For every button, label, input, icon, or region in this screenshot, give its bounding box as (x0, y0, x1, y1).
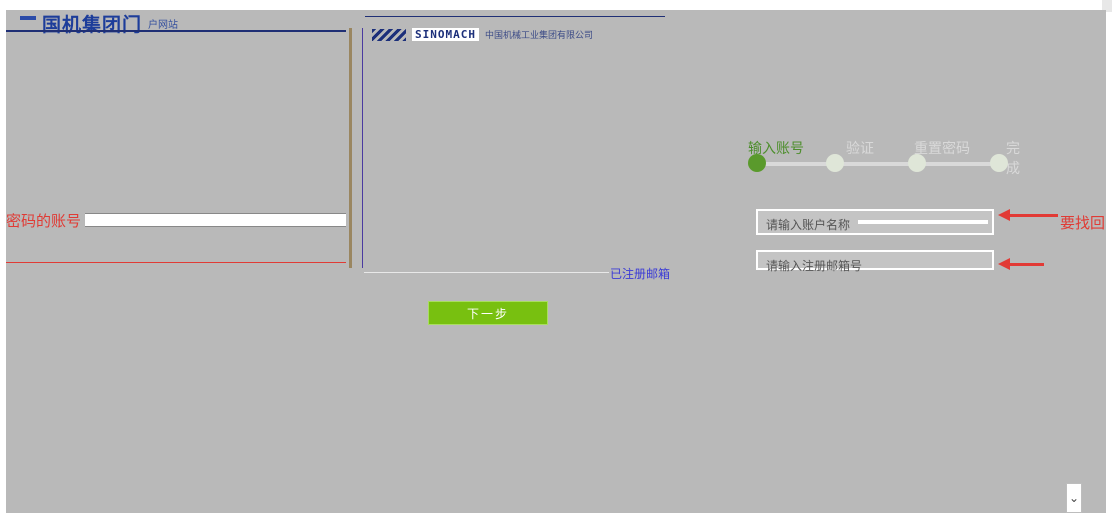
dropdown-toggle[interactable]: ⌄ (1066, 483, 1082, 513)
logo-mark-icon (20, 16, 36, 30)
under-line (364, 272, 609, 273)
account-input-fill (858, 220, 988, 224)
account-input[interactable]: 请输入账户名称 (756, 209, 994, 235)
left-annotation: 密码的账号 (6, 211, 346, 230)
chevron-down-icon: ⌄ (1068, 491, 1080, 505)
step-label-verify: 验证 (846, 141, 874, 157)
brand-name: SINOMACH (412, 28, 479, 41)
arrow-to-account-icon (998, 209, 1058, 221)
step-dot-account (748, 154, 766, 172)
left-annotation-bar (85, 213, 346, 227)
next-step-button[interactable]: 下一步 (428, 301, 548, 325)
brand-stripes-icon (372, 28, 406, 41)
column-divider (349, 28, 352, 268)
account-input-placeholder: 请输入账户名称 (766, 218, 851, 232)
step-dot-verify (826, 154, 844, 172)
step-label-done: 完成 (1006, 141, 1020, 177)
header-divider-left (6, 30, 346, 32)
left-annotation-text: 密码的账号 (6, 211, 82, 230)
step-dot-reset (908, 154, 926, 172)
left-annotation-line (6, 262, 346, 269)
under-text: 已注册邮箱 (610, 267, 671, 281)
step-dot-done (990, 154, 1008, 172)
header-divider-right (365, 16, 665, 17)
site-logo[interactable]: 国机集团门 户网站 (20, 10, 178, 36)
column-divider-blue (362, 28, 363, 268)
brand-tagline: 中国机械工业集团有限公司 (484, 31, 593, 41)
logo-slogan: 户网站 (148, 19, 179, 31)
arrow-to-email-icon (998, 258, 1044, 270)
progress-steps: 输入账号 验证 重置密码 完成 (748, 138, 1020, 178)
email-input-placeholder: 请输入注册邮箱号 (766, 259, 863, 273)
steps-track (756, 162, 1000, 166)
logo-text: 国机集团门 (42, 13, 143, 36)
email-input[interactable]: 请输入注册邮箱号 (756, 250, 994, 273)
right-annotation-text: 要找回 (1060, 214, 1106, 232)
brand-sinomach: SINOMACH 中国机械工业集团有限公司 (372, 28, 593, 41)
